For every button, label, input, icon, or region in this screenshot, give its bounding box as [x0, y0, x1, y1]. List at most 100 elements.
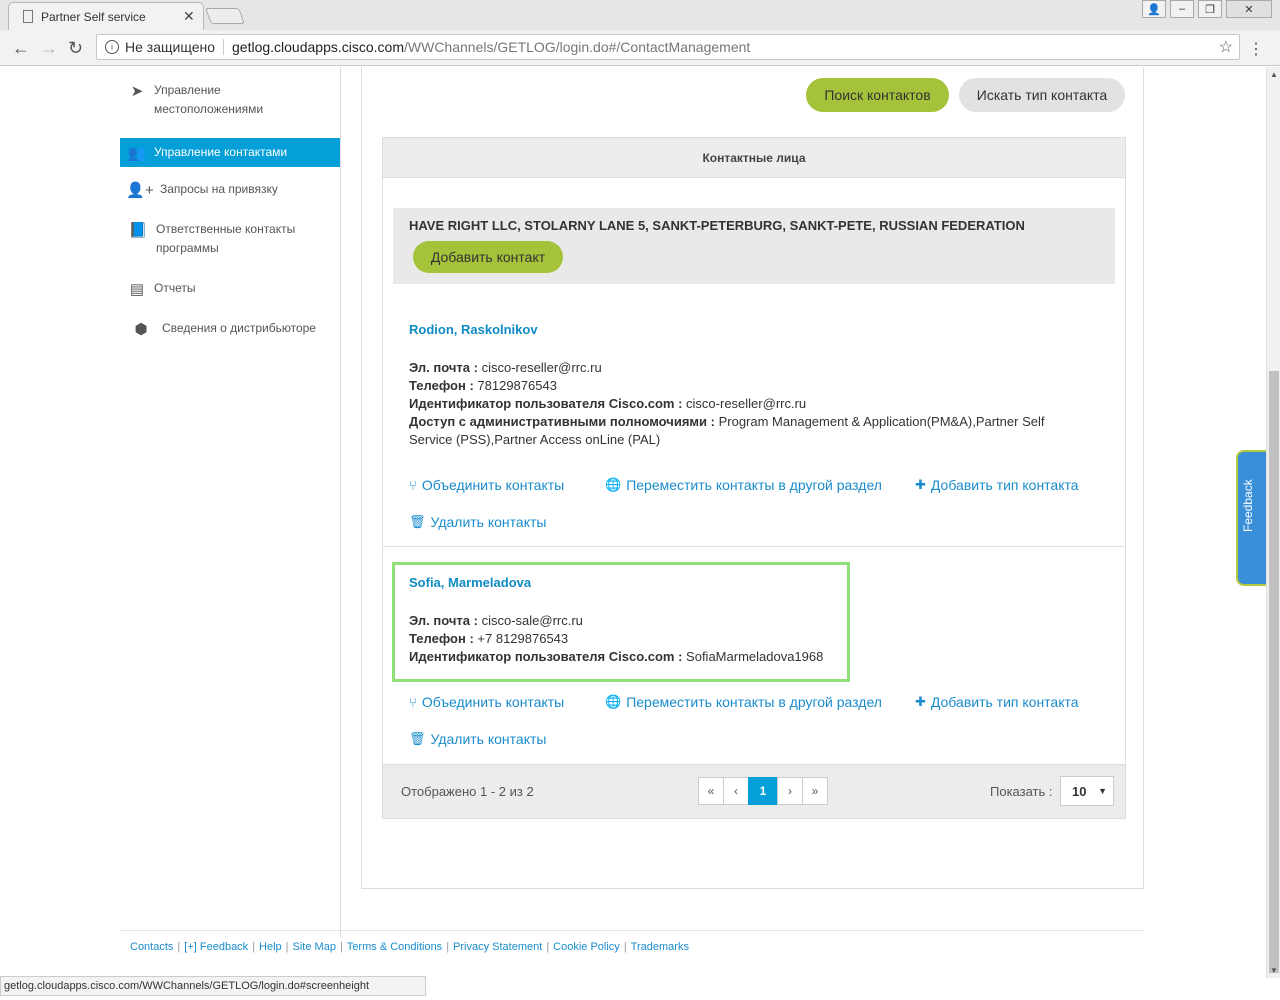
next-page-button[interactable]: › [777, 777, 803, 805]
merge-icon: ⑂ [409, 477, 417, 493]
organization-name: HAVE RIGHT LLC, STOLARNY LANE 5, SANKT-P… [409, 218, 1025, 233]
forward-icon[interactable]: → [40, 38, 58, 59]
document-icon: ▤ [129, 281, 145, 298]
footer-divider [120, 930, 1144, 931]
url-path: /WWChannels/GETLOG/login.do#/ContactMana… [404, 39, 751, 55]
merge-contacts-link[interactable]: ⑂ Объединить контакты [409, 477, 564, 493]
sidebar-item-label: Сведения о дистрибьюторе [162, 321, 316, 335]
back-icon[interactable]: ← [12, 38, 30, 59]
contact-phone: Телефон : +7 8129876543 [409, 631, 569, 646]
globe-icon: 🌐 [605, 694, 622, 709]
address-bar[interactable]: i Не защищено getlog.cloudapps.cisco.com… [96, 34, 1240, 60]
sidebar-item-distributor[interactable]: ⬢ Сведения о дистрибьюторе [120, 319, 340, 339]
sidebar-item-label: Запросы на привязку [160, 182, 278, 196]
page-icon [23, 10, 33, 23]
contact-user-id: Идентификатор пользователя Cisco.com : c… [409, 396, 807, 411]
contact-divider [383, 546, 1125, 547]
page-size-value: 10 [1072, 783, 1087, 799]
merge-icon: ⑂ [409, 694, 417, 710]
main-content: Поиск контактов Искать тип контакта Конт… [361, 67, 1144, 889]
caret-down-icon: ▼ [1098, 786, 1107, 796]
browser-menu-icon[interactable]: ⋮ [1248, 39, 1264, 59]
contacts-panel: Контактные лица HAVE RIGHT LLC, STOLARNY… [382, 137, 1126, 819]
delete-contacts-link[interactable]: 🗑 Удалить контакты [409, 731, 546, 747]
search-contacts-button[interactable]: Поиск контактов [806, 78, 949, 112]
bookmark-star-icon[interactable]: ☆ [1219, 37, 1233, 57]
footer-link-feedback[interactable]: [+] Feedback [184, 941, 248, 953]
sidebar-item-locations[interactable]: ➤ Управление местоположениями [120, 81, 340, 119]
footer-sep: | [252, 941, 256, 953]
trash-icon: 🗑 [409, 514, 426, 529]
info-icon[interactable]: i [105, 40, 119, 54]
browser-tab[interactable]: Partner Self service ✕ [8, 2, 204, 30]
page-viewport: ➤ Управление местоположениями 👥 Управлен… [0, 67, 1266, 978]
pagination-bar: Отображено 1 - 2 из 2 « ‹ 1 › » Показать… [383, 764, 1125, 818]
current-page-button[interactable]: 1 [748, 777, 778, 805]
prev-page-button[interactable]: ‹ [723, 777, 749, 805]
sidebar-item-label: Отчеты [154, 281, 196, 295]
book-icon: 📘 [128, 222, 148, 239]
search-contact-type-button[interactable]: Искать тип контакта [959, 78, 1125, 112]
move-contacts-link[interactable]: 🌐 Переместить контакты в другой раздел [605, 694, 882, 710]
footer-sep: | [446, 941, 450, 953]
location-arrow-icon: ➤ [130, 83, 144, 100]
merge-contacts-link[interactable]: ⑂ Объединить контакты [409, 694, 564, 710]
profile-icon[interactable]: 👤 [1142, 0, 1166, 18]
delete-contacts-link[interactable]: 🗑 Удалить контакты [409, 514, 546, 530]
contact-user-id: Идентификатор пользователя Cisco.com : S… [409, 649, 824, 664]
organization-header: HAVE RIGHT LLC, STOLARNY LANE 5, SANKT-P… [393, 208, 1115, 284]
url-host: getlog.cloudapps.cisco.com [232, 39, 404, 55]
minimize-button[interactable]: – [1170, 0, 1194, 18]
footer-sep: | [623, 941, 627, 953]
close-window-button[interactable]: ✕ [1226, 0, 1272, 18]
scroll-down-icon[interactable]: ▼ [1270, 966, 1278, 975]
panel-title: Контактные лица [383, 138, 1125, 178]
last-page-button[interactable]: » [802, 777, 828, 805]
page-size-select[interactable]: 10 ▼ [1060, 776, 1114, 806]
sidebar-item-label: Управление местоположениями [154, 83, 264, 116]
footer-link-cookie[interactable]: Cookie Policy [553, 941, 620, 953]
sidebar-item-program-contacts[interactable]: 📘 Ответственные контакты программы [120, 220, 340, 258]
close-tab-icon[interactable]: ✕ [183, 8, 203, 25]
contact-name-link[interactable]: Rodion, Raskolnikov [409, 322, 538, 337]
users-icon: 👥 [127, 144, 147, 162]
add-contact-type-link[interactable]: ✚ Добавить тип контакта [915, 694, 1079, 710]
new-tab-button[interactable] [205, 8, 245, 24]
footer-link-terms[interactable]: Terms & Conditions [347, 941, 442, 953]
plus-icon: ✚ [915, 477, 926, 492]
footer-link-privacy[interactable]: Privacy Statement [453, 941, 542, 953]
address-separator [223, 39, 224, 55]
sidebar-item-label: Управление контактами [154, 145, 288, 159]
contact-email: Эл. почта : cisco-sale@rrc.ru [409, 613, 583, 628]
scroll-thumb[interactable] [1269, 371, 1279, 973]
window-controls: 👤 – ❐ ✕ [1142, 0, 1272, 18]
restore-button[interactable]: ❐ [1198, 0, 1222, 18]
footer-sep: | [546, 941, 550, 953]
contact-name-link[interactable]: Sofia, Marmeladova [409, 575, 531, 590]
feedback-tab[interactable]: Feedback [1236, 450, 1266, 586]
add-contact-button[interactable]: Добавить контакт [413, 241, 563, 273]
add-user-icon: 👤+ [126, 182, 154, 199]
feedback-label: Feedback [1241, 479, 1255, 532]
contact-phone: Телефон : 78129876543 [409, 378, 557, 393]
reload-icon[interactable]: ↻ [68, 38, 83, 59]
tab-title: Partner Self service [41, 9, 146, 24]
add-contact-type-link[interactable]: ✚ Добавить тип контакта [915, 477, 1079, 493]
sidebar-item-reports[interactable]: ▤ Отчеты [120, 279, 340, 299]
first-page-button[interactable]: « [698, 777, 724, 805]
contact-email: Эл. почта : cisco-reseller@rrc.ru [409, 360, 602, 375]
footer-link-sitemap[interactable]: Site Map [293, 941, 336, 953]
trash-icon: 🗑 [409, 731, 426, 746]
sidebar-item-contacts[interactable]: 👥 Управление контактами [120, 138, 340, 167]
plus-icon: ✚ [915, 694, 926, 709]
footer-link-contacts[interactable]: Contacts [130, 941, 173, 953]
footer-link-help[interactable]: Help [259, 941, 282, 953]
move-contacts-link[interactable]: 🌐 Переместить контакты в другой раздел [605, 477, 882, 493]
globe-icon: 🌐 [605, 477, 622, 492]
scroll-up-icon[interactable]: ▲ [1270, 70, 1278, 79]
footer-link-trademarks[interactable]: Trademarks [631, 941, 689, 953]
vertical-scrollbar[interactable]: ▲ ▼ [1266, 67, 1280, 978]
pager: « ‹ 1 › » [698, 777, 828, 805]
contact-admin-access: Доступ с административными полномочиями … [409, 414, 1045, 447]
sidebar-item-link-requests[interactable]: 👤+ Запросы на привязку [120, 180, 340, 200]
